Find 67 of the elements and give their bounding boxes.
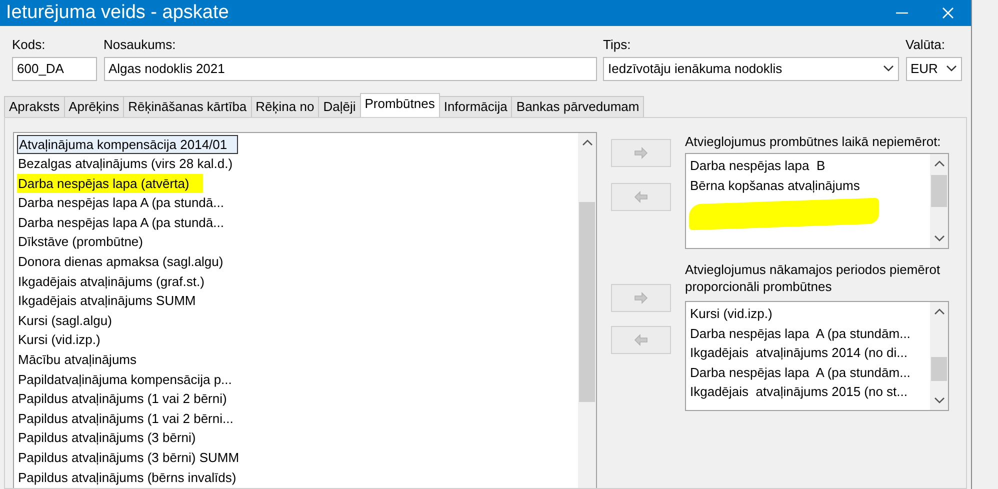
field-label: Kods: [12, 36, 46, 54]
arrow-left-icon [634, 334, 648, 346]
close-icon [942, 7, 954, 19]
field-label: Nosaukums: [104, 36, 177, 54]
list-item[interactable]: Darba nespējas lapa B [690, 158, 826, 173]
arrow-right-icon [634, 146, 648, 158]
list-item[interactable]: Ikgadējais atvaļinājums (graf.st.) [17, 272, 204, 292]
list-item[interactable]: Dīkstāve (prombūtne) [17, 232, 143, 252]
scrollbar[interactable] [930, 154, 948, 248]
scrollbar[interactable] [578, 132, 596, 488]
list-item[interactable]: Papildus atvaļinājums (3 bērni) SUMM [17, 448, 240, 468]
scroll-down-icon [934, 397, 944, 404]
window-title: Ieturējuma veids - apskate [6, 0, 230, 25]
list-item[interactable]: Atvaļinājuma kompensācija 2014/01 [17, 134, 238, 154]
list-item[interactable]: Darba nespējas lapa A (pa stundā... [17, 193, 224, 213]
move-left-button[interactable] [611, 326, 671, 354]
scroll-down-icon [934, 235, 944, 242]
list-label: Atvieglojumus nākamajos periodos piemērot proporcionāli prombūtnes [685, 261, 942, 295]
scrollbar-thumb[interactable] [931, 175, 947, 207]
list-item[interactable]: Ikgadējais atvaļinājums 2015 (no st... [690, 384, 908, 400]
list-item[interactable]: Papildus atvaļinājums (3 bērni) [17, 428, 196, 448]
chevron-down-icon [946, 65, 956, 72]
list-item[interactable]: Kursi (sagl.algu) [17, 310, 112, 330]
tab[interactable]: Bankas pārvedumam [511, 96, 644, 116]
list-item[interactable]: Kursi (vid.izp.) [17, 330, 100, 350]
move-right-button[interactable] [611, 284, 671, 312]
list-item[interactable]: Papildus atvaļinājums (1 vai 2 bērni... [17, 408, 234, 428]
list-item[interactable]: Papildatvaļinājuma kompensācija p... [17, 370, 232, 390]
list-item[interactable]: Papildus atvaļinājums (bērns invalīds) [17, 468, 236, 488]
field-label: Tips: [603, 36, 632, 54]
arrow-right-icon [634, 292, 648, 304]
scrollbar-thumb[interactable] [931, 357, 947, 381]
tab[interactable]: Aprēķins [64, 96, 124, 116]
list-label: Atvieglojumus prombūtnes laikā nepiemērot: [685, 132, 942, 151]
move-left-button[interactable] [611, 182, 671, 210]
tab[interactable]: Apraksts [4, 96, 65, 116]
chevron-down-icon [883, 65, 894, 72]
scroll-up-icon [934, 308, 944, 315]
dropdown-field[interactable]: EUR [906, 56, 962, 80]
text-field[interactable]: Algas nodoklis 2021 [104, 56, 596, 80]
list-item[interactable]: Kursi (vid.izp.) [690, 306, 772, 321]
scrollbar-thumb[interactable] [579, 202, 595, 402]
list-item[interactable]: Darba nespējas lapa (atvērta) [17, 174, 204, 194]
list-item[interactable]: Papildus atvaļinājums (1 vai 2 bērni) [17, 389, 227, 409]
tab[interactable]: Informācija [438, 96, 512, 116]
scrollbar[interactable] [930, 302, 948, 410]
list-item[interactable]: Ikgadējais atvaļinājums 2014 (no di... [690, 345, 908, 360]
text-field[interactable]: 600_DA [12, 56, 97, 80]
list-item[interactable]: Bērna kopšanas atvaļinājums [690, 178, 860, 193]
list-item[interactable]: Darba nespējas lapa A (pa stundām... [690, 364, 910, 380]
tab[interactable]: Rēķina no [250, 96, 320, 116]
tab[interactable]: Rēķināšanas kārtība [123, 96, 252, 116]
scroll-up-icon [582, 138, 592, 146]
list-item[interactable]: Darba nespējas lapa A (pa stundām... [690, 326, 910, 341]
list-item[interactable]: Darba nespējas lapa A (pa stundā... [17, 212, 224, 232]
minimize-icon [896, 12, 908, 14]
tab[interactable]: Daļēji [318, 96, 361, 116]
move-right-button[interactable] [611, 138, 671, 166]
scroll-up-icon [934, 160, 944, 167]
list-item[interactable]: Ikgadējais atvaļinājums SUMM [17, 291, 196, 311]
list-item[interactable]: Bezalgas atvaļinājums (virs 28 kal.d.) [17, 154, 233, 174]
arrow-left-icon [634, 190, 648, 202]
dropdown-field[interactable]: Iedzīvotāju ienākuma nodoklis [603, 56, 899, 80]
list-item[interactable]: Mācību atvaļinājums [17, 350, 136, 370]
list-item[interactable]: Donora dienas apmaksa (sagl.algu) [17, 252, 224, 272]
field-label: Valūta: [906, 36, 946, 54]
tab[interactable]: Prombūtnes [360, 92, 440, 116]
